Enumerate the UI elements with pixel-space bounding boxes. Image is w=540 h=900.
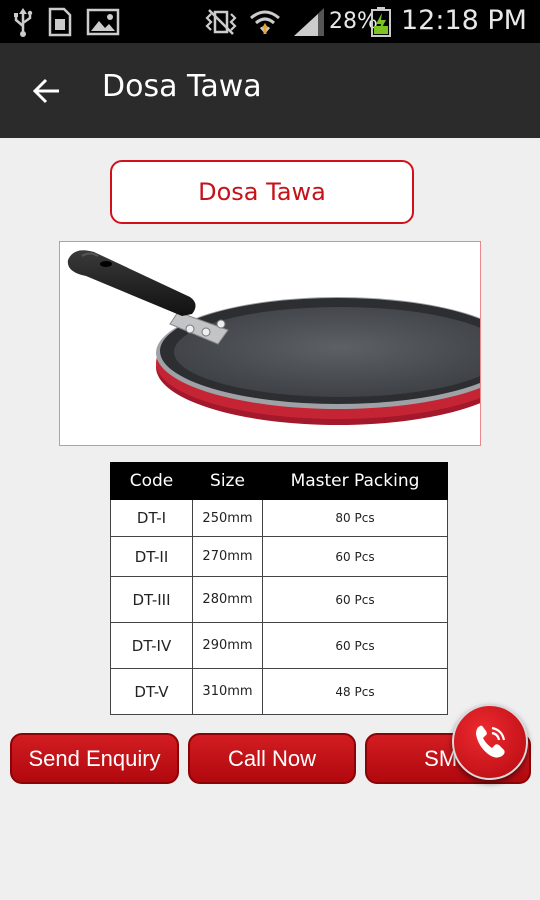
cell-size: 310mm [192,668,263,715]
phone-icon [476,725,506,758]
cell-size: 290mm [192,622,263,669]
cell-code: DT-III [110,576,193,623]
cell-packing: 48 Pcs [262,668,448,715]
status-bar: 28% 12:18 PM [0,0,540,43]
table-header-row: Code Size Master Packing [110,462,448,500]
send-enquiry-button[interactable]: Send Enquiry [10,733,179,784]
cell-packing: 80 Pcs [262,499,448,537]
cell-packing: 60 Pcs [262,536,448,577]
cell-code: DT-IV [110,622,193,669]
product-title-box: Dosa Tawa [110,160,414,224]
action-bar: Dosa Tawa [0,43,540,138]
product-image [59,241,481,446]
call-now-button[interactable]: Call Now [188,733,356,784]
cell-size: 280mm [192,576,263,623]
table-row: DT-III 280mm 60 Pcs [110,576,448,623]
spec-table: Code Size Master Packing DT-I 250mm 80 P… [110,462,448,715]
cell-code: DT-II [110,536,193,577]
cell-packing: 60 Pcs [262,622,448,669]
cell-size: 270mm [192,536,263,577]
table-row: DT-V 310mm 48 Pcs [110,668,448,715]
wifi-icon [250,10,280,34]
image-icon [86,8,120,36]
back-arrow-icon [32,78,59,104]
action-bar-title: Dosa Tawa [102,69,262,104]
header-code: Code [110,462,193,500]
cell-code: DT-I [110,499,193,537]
cell-code: DT-V [110,668,193,715]
table-row: DT-II 270mm 60 Pcs [110,536,448,577]
status-time: 12:18 PM [401,5,527,36]
back-button[interactable] [24,71,68,111]
table-row: DT-IV 290mm 60 Pcs [110,622,448,669]
product-title: Dosa Tawa [198,178,326,206]
usb-icon [14,8,33,37]
cell-packing: 60 Pcs [262,576,448,623]
vibrate-icon [205,9,237,35]
sim-icon [48,7,72,37]
battery-icon [371,7,391,37]
header-size: Size [192,462,263,500]
cell-size: 250mm [192,499,263,537]
floating-call-button[interactable] [452,704,528,780]
dosa-tawa-pan-image [67,250,480,425]
signal-icon [294,8,324,36]
table-row: DT-I 250mm 80 Pcs [110,499,448,537]
header-master-packing: Master Packing [262,462,448,500]
